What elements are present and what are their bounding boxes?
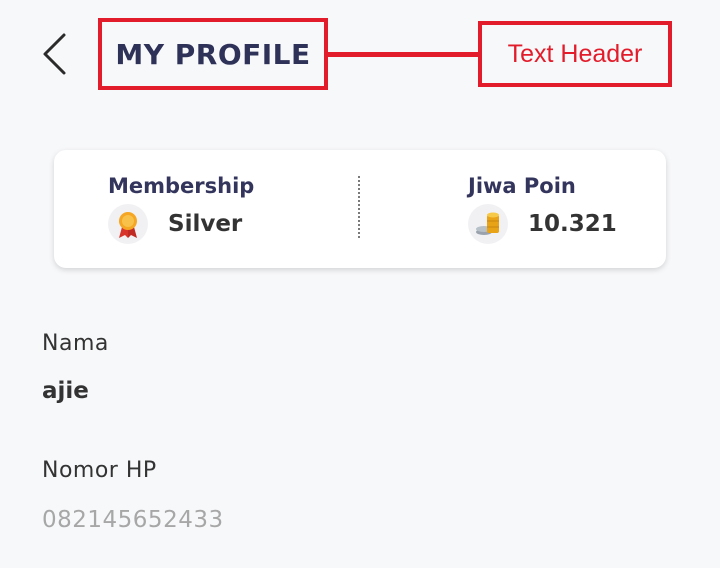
annotation-box: Text Header	[478, 21, 672, 87]
name-label: Nama	[42, 331, 109, 356]
title-highlight-box: MY PROFILE	[98, 18, 328, 90]
phone-label: Nomor HP	[42, 458, 157, 483]
page-title: MY PROFILE	[115, 37, 311, 71]
phone-value: 082145652433	[42, 507, 224, 533]
chevron-left-icon	[40, 32, 68, 80]
points-value: 10.321	[528, 211, 617, 237]
back-button[interactable]	[34, 32, 74, 80]
membership-summary-card: Membership Silver Jiwa Poin 10.321	[54, 150, 666, 268]
name-value: ajie	[42, 378, 89, 404]
membership-value: Silver	[168, 211, 243, 237]
points-stat: Jiwa Poin 10.321	[468, 174, 617, 244]
card-divider	[358, 176, 360, 238]
points-label: Jiwa Poin	[468, 174, 576, 198]
medal-icon	[108, 204, 148, 244]
membership-label: Membership	[108, 174, 255, 198]
annotation-connector	[328, 52, 480, 57]
membership-stat: Membership Silver	[108, 174, 254, 244]
annotation-label: Text Header	[507, 39, 643, 68]
coins-icon	[468, 204, 508, 244]
